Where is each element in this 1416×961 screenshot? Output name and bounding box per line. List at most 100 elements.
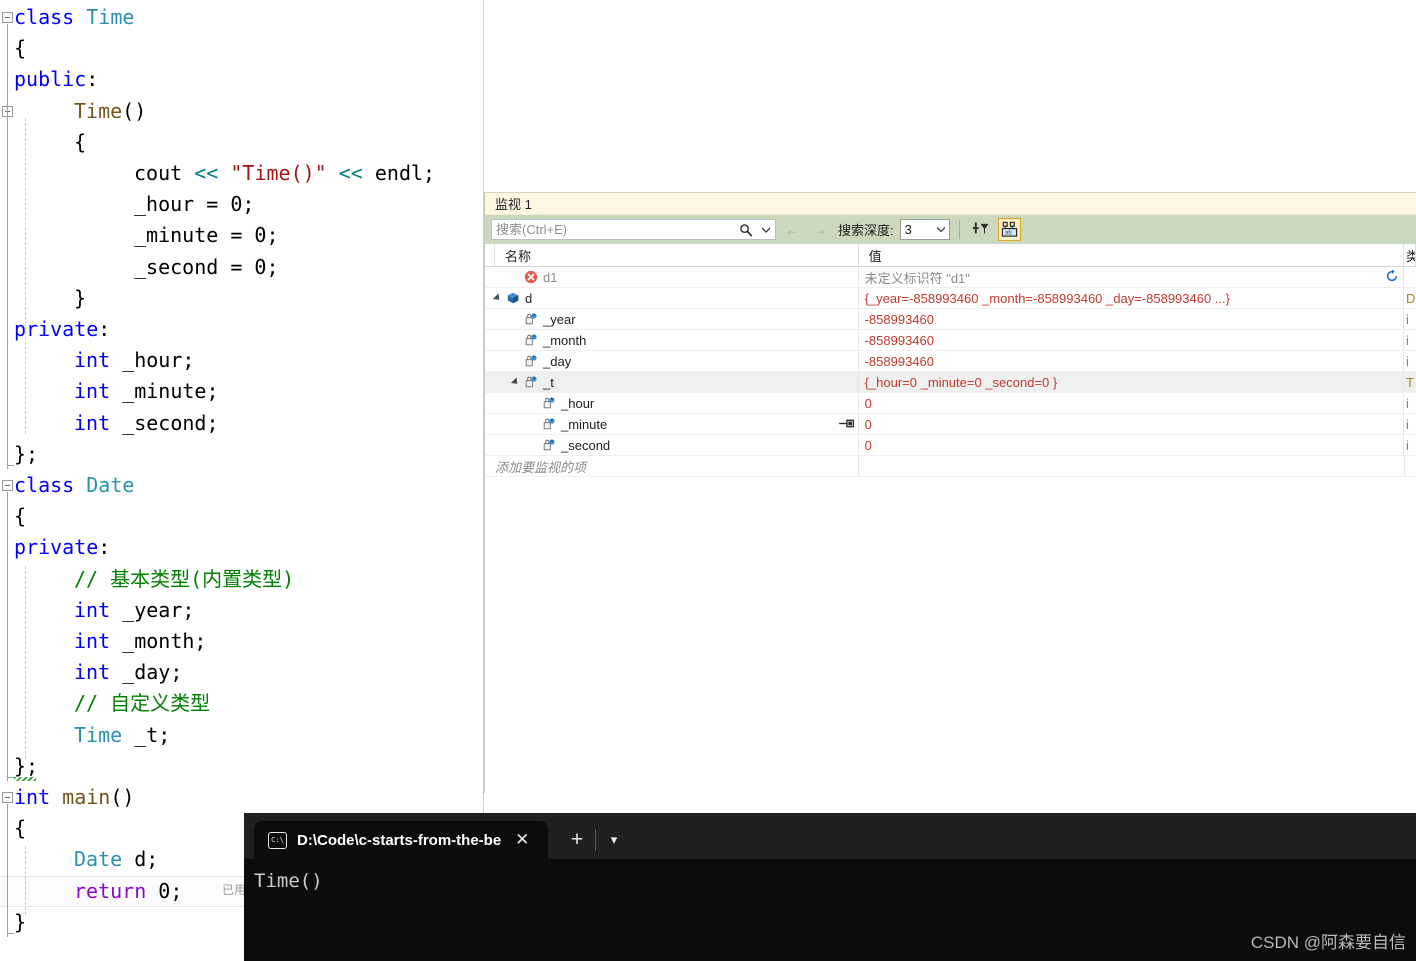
add-watch-placeholder[interactable]: 添加要监视的项 [485, 456, 859, 476]
fold-collapse-box[interactable] [2, 480, 13, 491]
code-line[interactable]: { [0, 33, 484, 64]
watch-row[interactable]: d1 未定义标识符 "d1" [485, 267, 1416, 288]
code-line[interactable]: Time() [0, 96, 484, 127]
code-line[interactable]: int _minute; [0, 376, 484, 407]
code-line[interactable]: int _year; [0, 595, 484, 626]
code-line[interactable]: }; [0, 439, 484, 470]
watch-row[interactable]: _second 0 i [485, 435, 1416, 456]
nav-back-arrow-left-icon[interactable]: ← [782, 221, 803, 238]
watch-row[interactable]: _day -858993460 i [485, 351, 1416, 372]
watch-row-name: _t [543, 374, 554, 390]
refresh-icon[interactable] [1385, 268, 1403, 286]
watch-row-value[interactable]: 0 [859, 414, 1405, 434]
watch-row-value[interactable]: 0 [859, 393, 1405, 413]
watch-row-type: i [1406, 332, 1409, 348]
search-icon[interactable] [735, 219, 757, 241]
code-line[interactable]: class Date [0, 470, 484, 501]
code-line[interactable]: public: [0, 64, 484, 95]
search-depth-select[interactable]: 3 [899, 219, 950, 240]
terminal-tab[interactable]: C:\ D:\Code\c-starts-from-the-be ✕ [254, 821, 548, 859]
watch-row[interactable]: _month -858993460 i [485, 330, 1416, 351]
search-input[interactable] [492, 220, 735, 239]
field-lock-icon [540, 396, 558, 410]
error-circle-icon [522, 270, 540, 284]
fold-collapse-box[interactable] [2, 12, 13, 23]
watch-row-name-cell[interactable]: _year [485, 309, 859, 329]
code-line[interactable]: cout << "Time()" << endl; [0, 158, 484, 189]
watch-panel[interactable]: 监视 1 ← → 搜索深度: 3 [484, 192, 1416, 793]
code-line[interactable]: { [0, 501, 484, 532]
watch-row[interactable]: _minute 0 i [485, 414, 1416, 435]
watch-row-indent [485, 382, 509, 383]
code-line[interactable]: _second = 0; [0, 252, 484, 283]
code-line[interactable]: Time _t; [0, 720, 484, 751]
watch-row-name-cell[interactable]: d [485, 288, 859, 308]
watch-row-value[interactable]: {_hour=0 _minute=0 _second=0 } [859, 372, 1405, 392]
code-line[interactable]: _hour = 0; [0, 189, 484, 220]
fold-collapse-box[interactable] [2, 792, 13, 803]
error-squiggle [14, 776, 36, 781]
terminal-output: Time() [254, 870, 323, 892]
terminal-tab-bar[interactable]: C:\ D:\Code\c-starts-from-the-be ✕ + ▾ [244, 813, 1416, 859]
watch-row-value[interactable]: -858993460 [859, 330, 1405, 350]
watch-column-headers[interactable]: 名称 值 类 [485, 244, 1416, 267]
watch-row-value[interactable]: -858993460 [859, 351, 1405, 371]
code-line[interactable]: int _day; [0, 657, 484, 688]
watch-row-name-cell[interactable]: d1 [485, 267, 859, 287]
watch-row[interactable]: _t {_hour=0 _minute=0 _second=0 } T [485, 372, 1416, 393]
code-line[interactable]: private: [0, 314, 484, 345]
column-header-name[interactable]: 名称 [495, 244, 859, 266]
watch-row-name-cell[interactable]: _hour [485, 393, 859, 413]
watch-row-name: _hour [561, 395, 595, 411]
expander-expanded-icon[interactable] [509, 377, 522, 387]
code-line[interactable]: }; [0, 751, 484, 782]
watch-row-name-cell[interactable]: _t [485, 372, 859, 392]
svg-text:ab: ab [1004, 231, 1012, 237]
watch-row-value[interactable]: 未定义标识符 "d1" [859, 267, 1405, 287]
watch-row-value[interactable]: 0 [859, 435, 1405, 455]
watch-row-name-cell[interactable]: _month [485, 330, 859, 350]
watch-row-indent [485, 277, 509, 278]
plus-icon[interactable]: + [562, 821, 592, 859]
column-header-type[interactable]: 类 [1404, 244, 1416, 266]
search-options-chevron-down-icon[interactable] [757, 219, 775, 241]
code-line[interactable]: int _hour; [0, 345, 484, 376]
watch-row-value[interactable]: {_year=-858993460 _month=-858993460 _day… [859, 288, 1405, 308]
code-line[interactable]: int main() [0, 782, 484, 813]
code-line[interactable]: // 自定义类型 [0, 688, 484, 719]
watch-row-name-cell[interactable]: _second [485, 435, 859, 455]
watch-row[interactable]: _hour 0 i [485, 393, 1416, 414]
watch-row[interactable]: _year -858993460 i [485, 309, 1416, 330]
watch-toolbar[interactable]: ← → 搜索深度: 3 [485, 215, 1416, 244]
watch-row[interactable]: d {_year=-858993460 _month=-858993460 _da… [485, 288, 1416, 309]
code-line[interactable]: } [0, 283, 484, 314]
code-line[interactable]: // 基本类型(内置类型) [0, 564, 484, 595]
code-line[interactable]: int _month; [0, 626, 484, 657]
code-line[interactable]: _minute = 0; [0, 220, 484, 251]
watch-row-value[interactable]: -858993460 [859, 309, 1405, 329]
code-line[interactable]: private: [0, 532, 484, 563]
tab-layout-icon[interactable]: ab [997, 218, 1021, 241]
watch-search-box[interactable] [491, 219, 776, 240]
watch-rows-container[interactable]: d1 未定义标识符 "d1" d {_year=-858993460 _month=-… [485, 267, 1416, 456]
filter-pin-icon[interactable] [969, 218, 992, 241]
watch-row-type [1404, 267, 1416, 287]
expander-expanded-icon[interactable] [491, 293, 504, 303]
terminal-window[interactable]: C:\ D:\Code\c-starts-from-the-be ✕ + ▾ T… [244, 813, 1416, 961]
watch-row-indent [485, 361, 509, 362]
code-line[interactable]: int _second; [0, 408, 484, 439]
watch-row-indent [485, 403, 527, 404]
pin-icon[interactable] [838, 417, 854, 432]
nav-forward-arrow-right-icon[interactable]: → [809, 221, 830, 238]
watch-row-type: T [1406, 374, 1414, 390]
close-icon[interactable]: ✕ [511, 828, 533, 852]
code-line[interactable]: class Time [0, 2, 484, 33]
add-watch-row[interactable]: 添加要监视的项 [485, 456, 1416, 477]
watch-row-name-cell[interactable]: _minute [485, 414, 859, 434]
code-line[interactable]: { [0, 127, 484, 158]
column-header-value[interactable]: 值 [859, 244, 1404, 266]
watch-row-name-cell[interactable]: _day [485, 351, 859, 371]
chevron-down-icon[interactable]: ▾ [599, 821, 629, 859]
triangle-down-icon [492, 293, 503, 303]
